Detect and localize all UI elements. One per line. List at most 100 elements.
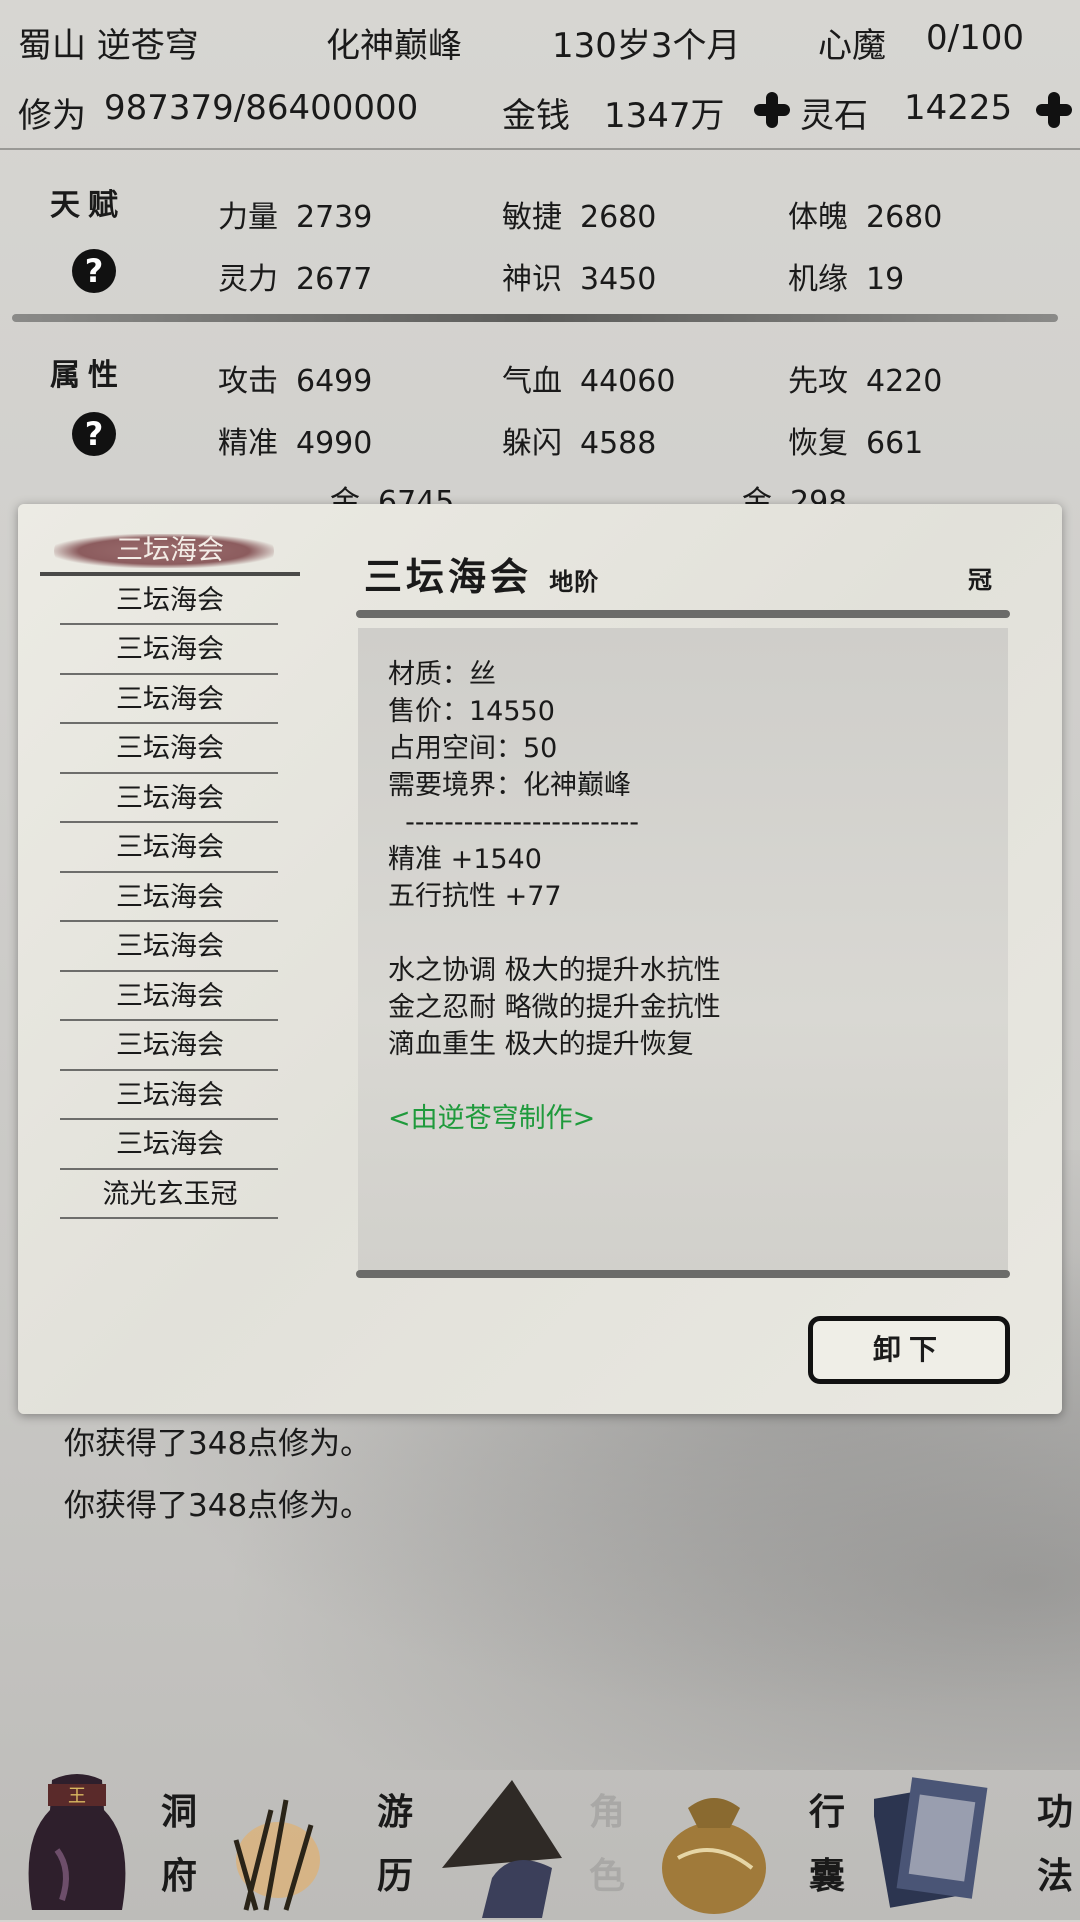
equipment-item-label: 三坛海会: [116, 931, 224, 962]
equipment-list-item[interactable]: 三坛海会: [40, 974, 300, 1024]
nav-techniques[interactable]: 功 法: [864, 1768, 1080, 1920]
nav-label: 游: [376, 1791, 413, 1833]
cultivation-label: 修为: [18, 96, 86, 136]
equipment-list-item[interactable]: 三坛海会: [40, 776, 300, 826]
stat-item: 精准 4990: [218, 418, 372, 462]
equipment-list-item[interactable]: 三坛海会: [40, 528, 300, 578]
equipment-list-item[interactable]: 三坛海会: [40, 578, 300, 628]
add-spirit-stone-icon[interactable]: [1034, 90, 1074, 130]
stat-value: 44060: [580, 364, 676, 399]
equipment-item-label: 三坛海会: [116, 980, 224, 1012]
item-detail-line: 精准 +1540: [388, 844, 542, 875]
equipment-item-label: 三坛海会: [116, 1129, 224, 1160]
stat-name: 躲闪: [502, 426, 562, 461]
stat-name: 体魄: [788, 200, 848, 235]
item-detail-line: ------------------------: [388, 807, 639, 838]
nav-label: 角: [588, 1791, 625, 1833]
spirit-stone-label: 灵石: [800, 96, 868, 136]
stat-value: 2680: [580, 200, 657, 235]
equipment-item-label: 三坛海会: [116, 634, 224, 665]
stat-item: 敏捷 2680: [502, 192, 656, 236]
nav-label: 历: [376, 1855, 413, 1897]
equipment-list-item[interactable]: 三坛海会: [40, 924, 300, 974]
stat-item: 灵力 2677: [218, 254, 372, 298]
item-detail-line: 金之忍耐 略微的提升金抗性: [388, 992, 721, 1023]
item-detail-line: [388, 1063, 721, 1100]
item-title: 三坛海会 地阶: [364, 546, 599, 601]
stat-value: 2739: [296, 200, 373, 235]
equipment-list-item[interactable]: 三坛海会: [40, 825, 300, 875]
equipment-list-item[interactable]: 流光玄玉冠: [40, 1172, 300, 1222]
unequip-button[interactable]: 卸下: [808, 1316, 1010, 1384]
nav-travel[interactable]: 游 历: [216, 1768, 428, 1920]
stat-name: 机缘: [788, 262, 848, 297]
money-value: 1347万: [604, 96, 725, 136]
equipment-item-label: 三坛海会: [116, 683, 224, 715]
nav-cave-dwelling[interactable]: 王 洞 府: [0, 1768, 212, 1920]
money-label: 金钱: [502, 96, 570, 136]
equipment-item-label: 三坛海会: [116, 733, 224, 764]
stat-item: 机缘 19: [788, 254, 904, 298]
add-money-icon[interactable]: [752, 90, 792, 130]
item-detail-line: 滴血重生 极大的提升恢复: [388, 1029, 694, 1060]
equipment-list-item[interactable]: 三坛海会: [40, 627, 300, 677]
item-detail-line: 水之协调 极大的提升水抗性: [388, 955, 721, 986]
techniques-books-icon: [874, 1777, 988, 1908]
talent-divider: [12, 314, 1058, 322]
stat-item: 攻击 6499: [218, 356, 372, 400]
attributes-title: 属性: [50, 358, 126, 393]
header-divider: [0, 148, 1080, 150]
stat-item: 体魄 2680: [788, 192, 942, 236]
equipment-list-item[interactable]: 三坛海会: [40, 1023, 300, 1073]
svg-text:王: 王: [68, 1786, 86, 1807]
stat-value: 661: [866, 426, 924, 461]
equipment-list-item[interactable]: 三坛海会: [40, 1122, 300, 1172]
stat-item: 恢复 661: [788, 418, 923, 462]
stat-item: 气血 44060: [502, 356, 675, 400]
stat-item: 神识 3450: [502, 254, 656, 298]
spirit-stone-value: 14225: [904, 88, 1013, 128]
nav-label: 洞: [160, 1791, 197, 1833]
bottom-nav: 王 洞 府 游 历 角 色 行 囊 功 法: [0, 1768, 1080, 1920]
stat-item: 力量 2739: [218, 192, 372, 236]
equipment-item-label: 三坛海会: [116, 1079, 224, 1111]
item-detail-line: 占用空间：50: [388, 733, 558, 764]
stat-name: 神识: [502, 262, 562, 297]
equipment-item-label: 三坛海会: [116, 881, 224, 913]
equipment-item-label: 三坛海会: [116, 584, 224, 616]
item-detail-line: 材质：丝: [388, 659, 496, 690]
nav-inventory[interactable]: 行 囊: [648, 1768, 860, 1920]
nav-character[interactable]: 角 色: [432, 1768, 644, 1920]
equipment-list-item[interactable]: 三坛海会: [40, 1073, 300, 1123]
stat-value: 4220: [866, 364, 943, 399]
stat-value: 2680: [866, 200, 943, 235]
item-detail-panel: 材质：丝 售价：14550 占用空间：50 需要境界：化神巅峰 -----------…: [358, 628, 1008, 1272]
talent-help-icon[interactable]: ?: [72, 249, 116, 293]
heart-demon-label: 心魔: [818, 26, 886, 66]
stat-item: 躲闪 4588: [502, 418, 656, 462]
equipment-list-item[interactable]: 三坛海会: [40, 875, 300, 925]
cave-banner-icon: 王: [28, 1774, 126, 1910]
nav-label: 色: [588, 1855, 625, 1897]
log-line: 你获得了348点修为。: [64, 1426, 372, 1462]
equipment-list-item[interactable]: 三坛海会: [40, 677, 300, 727]
travel-grass-icon: [233, 1799, 320, 1911]
stat-value: 3450: [580, 262, 657, 297]
stat-value: 6499: [296, 364, 373, 399]
nav-label: 法: [1036, 1855, 1073, 1897]
stat-name: 灵力: [218, 262, 278, 297]
attributes-help-icon[interactable]: ?: [72, 412, 116, 456]
equipment-item-label: 三坛海会: [116, 832, 224, 863]
equipment-item-label: 三坛海会: [116, 535, 224, 566]
stat-name: 恢复: [788, 426, 848, 461]
equipment-item-label: 流光玄玉冠: [102, 1178, 238, 1210]
stat-name: 攻击: [218, 364, 278, 399]
item-grade: 地阶: [549, 567, 600, 596]
stat-value: 4990: [296, 426, 373, 461]
item-detail-line: 五行抗性 +77: [388, 881, 562, 912]
cultivation-value: 987379/86400000: [104, 88, 419, 128]
equipment-dialog: 三坛海会 三坛海会 三坛海会 三坛海会 三坛海会 三坛海会 三坛海会 三坛海会 三坛海会 三坛海会…: [18, 504, 1062, 1414]
equipment-list-item[interactable]: 三坛海会: [40, 726, 300, 776]
character-hat-icon: [442, 1780, 562, 1918]
equipment-list: 三坛海会 三坛海会 三坛海会 三坛海会 三坛海会 三坛海会 三坛海会 三坛海会 三坛海会 三坛海会…: [40, 528, 300, 1221]
